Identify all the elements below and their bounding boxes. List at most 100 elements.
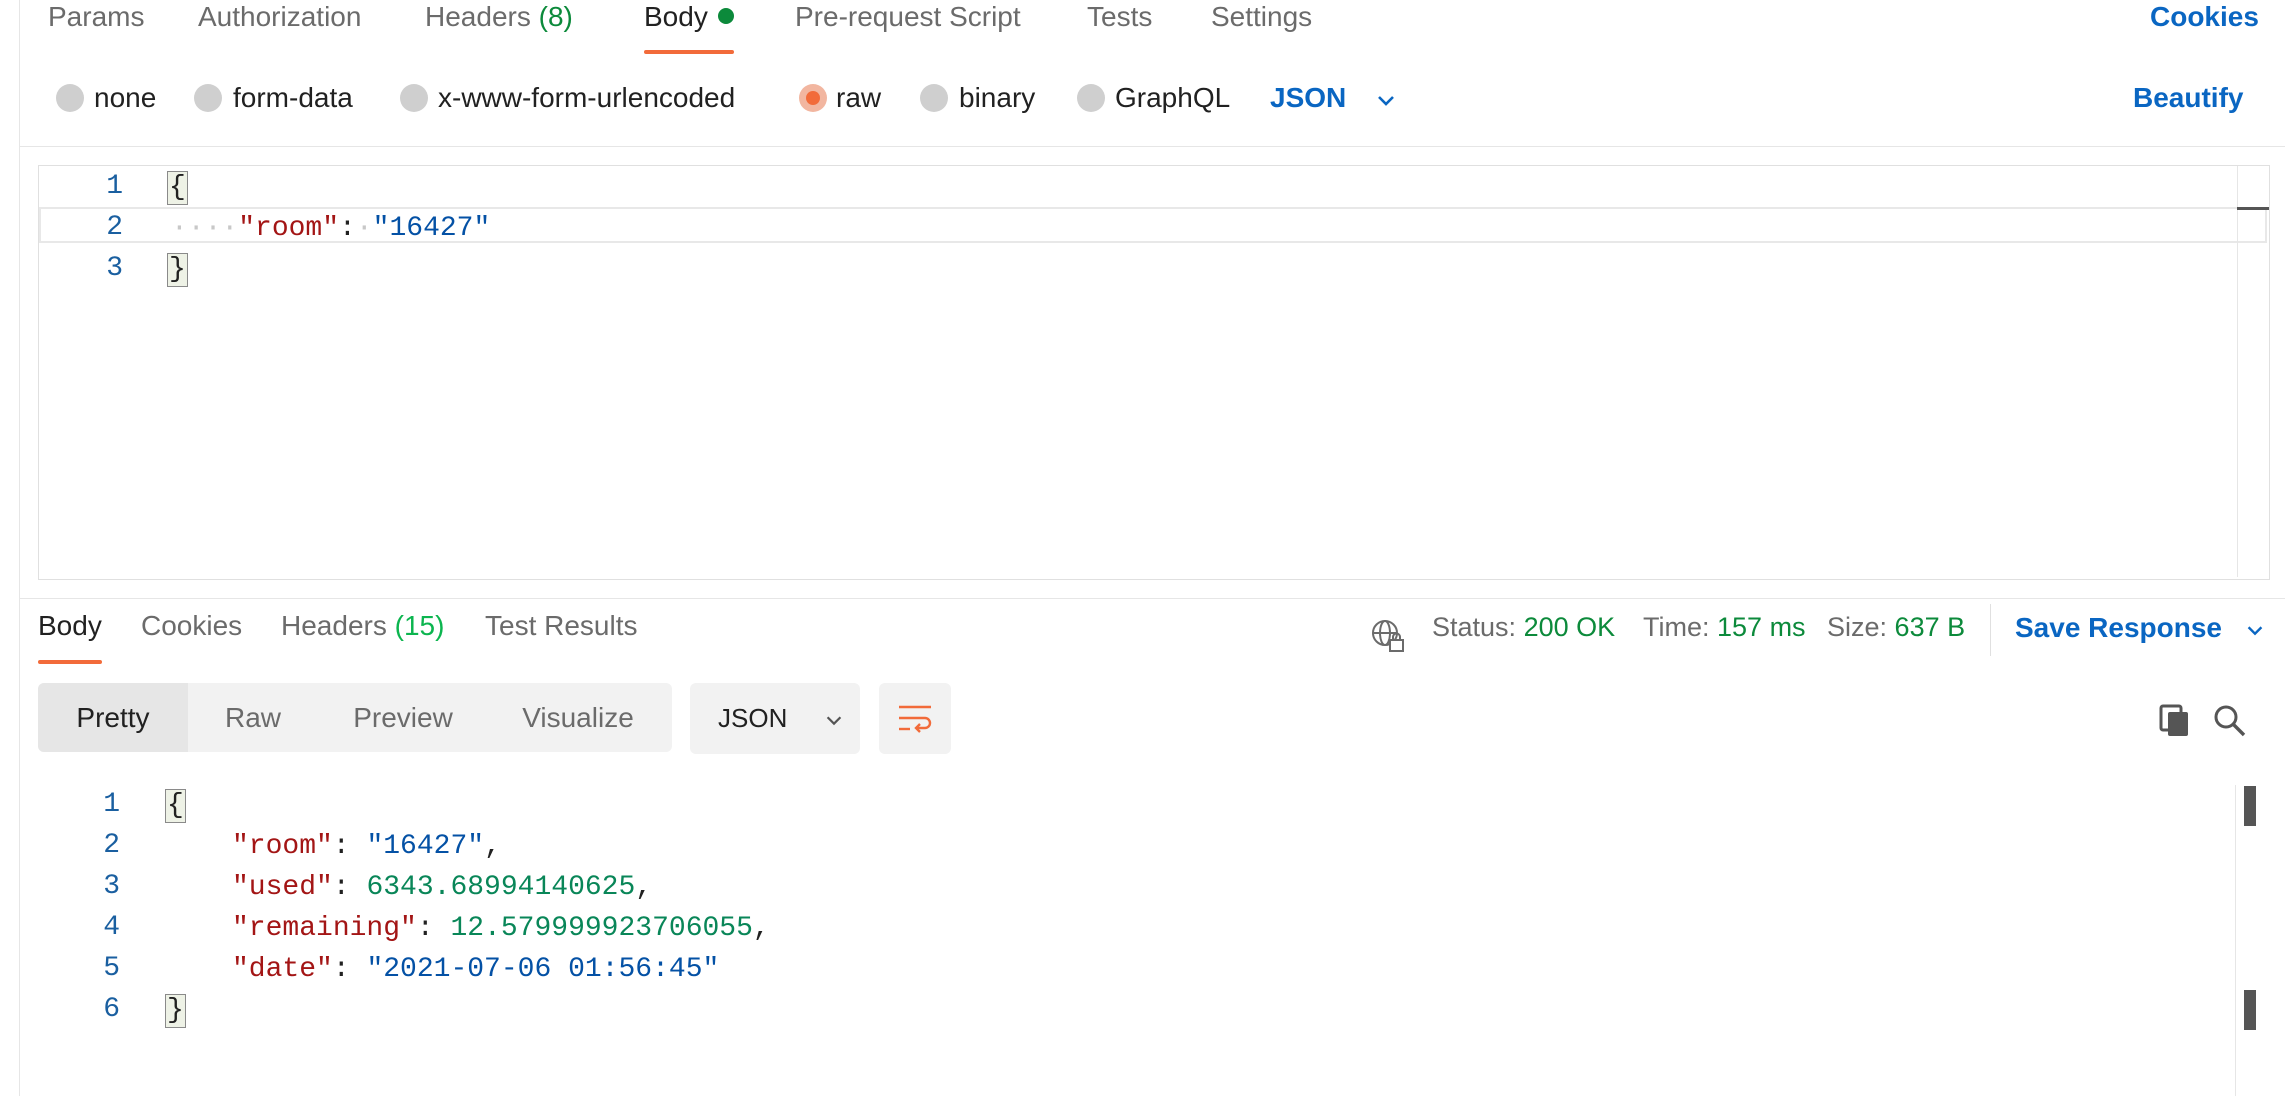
editor-scrollbar-track — [2237, 166, 2238, 577]
tab-pre-request-label: Pre-request Script — [795, 1, 1021, 32]
tab-settings[interactable]: Settings — [1211, 0, 1312, 56]
tab-headers[interactable]: Headers (8) — [425, 0, 573, 56]
json-value: "2021-07-06 01:56:45" — [366, 954, 720, 985]
json-key: "room" — [238, 213, 340, 244]
line-number: 6 — [103, 994, 120, 1025]
response-scrollbar-marker — [2244, 990, 2256, 1030]
headers-count: (8) — [538, 1, 573, 32]
json-key: "used" — [232, 872, 333, 903]
size-indicator[interactable]: Size: 637 B — [1827, 612, 1965, 643]
json-value: "16427" — [372, 213, 491, 244]
radio-form-data-label[interactable]: form-data — [233, 82, 353, 114]
response-format-label: JSON — [718, 703, 788, 733]
json-key: "date" — [232, 954, 333, 985]
json-key: "room" — [232, 831, 333, 862]
search-icon[interactable] — [2212, 703, 2248, 739]
tab-tests[interactable]: Tests — [1087, 0, 1152, 56]
time-indicator[interactable]: Time: 157 ms — [1643, 612, 1806, 643]
time-label: Time: — [1643, 612, 1710, 642]
response-format-select[interactable]: JSON — [690, 683, 860, 754]
response-scrollbar-thumb[interactable] — [2244, 786, 2256, 826]
chevron-down-icon — [826, 716, 841, 726]
line-number: 5 — [103, 953, 120, 984]
response-tab-headers[interactable]: Headers (15) — [281, 610, 444, 642]
response-tab-body[interactable]: Body — [38, 610, 102, 664]
response-tab-test-results[interactable]: Test Results — [485, 610, 638, 642]
response-tab-headers-label: Headers — [281, 610, 387, 641]
save-response-label: Save Response — [2015, 612, 2222, 643]
open-brace: { — [167, 171, 188, 205]
status-value: 200 OK — [1523, 612, 1616, 642]
tab-headers-label: Headers — [425, 1, 531, 32]
wrap-lines-icon — [899, 705, 932, 733]
divider — [19, 598, 2285, 599]
tab-authorization[interactable]: Authorization — [198, 0, 361, 56]
response-tab-cookies[interactable]: Cookies — [141, 610, 242, 642]
line-number: 2 — [106, 212, 123, 243]
body-modified-dot — [717, 7, 734, 24]
response-tab-test-results-label: Test Results — [485, 610, 638, 641]
radio-binary-label[interactable]: binary — [959, 82, 1035, 114]
radio-form-data[interactable] — [194, 84, 222, 112]
radio-urlencoded-label[interactable]: x-www-form-urlencoded — [438, 82, 735, 114]
line-number: 3 — [106, 253, 123, 284]
line-number: 4 — [103, 912, 120, 943]
code-line: "remaining": 12.579999923706055, — [232, 913, 770, 944]
json-colon: : — [339, 213, 356, 244]
json-value: 6343.68994140625 — [366, 872, 636, 903]
radio-binary[interactable] — [920, 84, 948, 112]
json-value: 12.579999923706055 — [450, 913, 753, 944]
response-tab-body-label: Body — [38, 610, 102, 641]
json-value: "16427" — [366, 831, 485, 862]
status-indicator[interactable]: Status: 200 OK — [1432, 612, 1615, 643]
tab-body[interactable]: Body — [644, 0, 734, 56]
mode-pretty[interactable]: Pretty — [38, 683, 188, 752]
mode-preview[interactable]: Preview — [318, 683, 488, 752]
line-number: 1 — [103, 789, 120, 820]
beautify-button[interactable]: Beautify — [2133, 82, 2243, 114]
editor-scrollbar-marker — [2237, 207, 2269, 210]
chevron-down-icon — [2247, 626, 2263, 635]
chevron-down-icon — [1378, 95, 1394, 106]
language-select[interactable]: JSON — [1270, 82, 1398, 114]
language-select-label: JSON — [1270, 82, 1347, 113]
radio-graphql-label[interactable]: GraphQL — [1115, 82, 1230, 114]
radio-none[interactable] — [56, 84, 84, 112]
mode-raw[interactable]: Raw — [188, 683, 318, 752]
mode-visualize[interactable]: Visualize — [488, 683, 668, 752]
response-tab-cookies-label: Cookies — [141, 610, 243, 641]
close-brace: } — [165, 994, 186, 1028]
cookies-link[interactable]: Cookies — [2150, 0, 2259, 34]
time-value: 157 ms — [1717, 612, 1806, 642]
tab-pre-request-script[interactable]: Pre-request Script — [795, 0, 1021, 56]
code-line: } — [165, 990, 186, 1031]
size-label: Size: — [1827, 612, 1888, 642]
response-scrollbar-track — [2235, 785, 2236, 1096]
code-line: { — [165, 785, 186, 826]
line-number: 1 — [106, 171, 123, 202]
globe-lock-icon[interactable] — [1370, 618, 1406, 654]
tab-settings-label: Settings — [1211, 1, 1313, 32]
save-response-button[interactable]: Save Response — [2015, 612, 2266, 644]
radio-raw[interactable] — [799, 84, 827, 112]
radio-graphql[interactable] — [1077, 84, 1105, 112]
radio-raw-label[interactable]: raw — [836, 82, 881, 114]
tab-tests-label: Tests — [1087, 1, 1153, 32]
tab-authorization-label: Authorization — [198, 1, 362, 32]
status-divider — [1990, 604, 1991, 656]
size-value: 637 B — [1894, 612, 1966, 642]
tab-body-label: Body — [644, 1, 708, 32]
radio-none-label[interactable]: none — [94, 82, 156, 114]
tab-params-label: Params — [48, 1, 145, 32]
tab-params[interactable]: Params — [48, 0, 144, 56]
code-line: "date": "2021-07-06 01:56:45" — [232, 954, 720, 985]
code-line: { — [167, 167, 188, 208]
wrap-lines-button[interactable] — [879, 683, 951, 754]
line-number: 2 — [103, 830, 120, 861]
copy-icon[interactable] — [2158, 703, 2192, 739]
response-headers-count: (15) — [394, 610, 445, 641]
radio-urlencoded[interactable] — [400, 84, 428, 112]
status-label: Status: — [1432, 612, 1517, 642]
open-brace: { — [165, 789, 186, 823]
code-line: ····"room":·"16427" — [171, 213, 491, 244]
